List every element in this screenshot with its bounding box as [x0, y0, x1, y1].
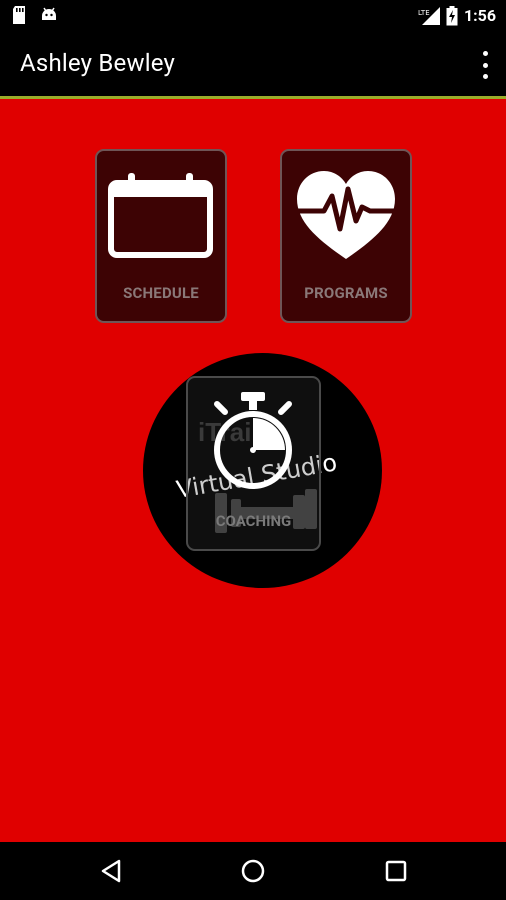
- overflow-dot-icon: [482, 51, 488, 56]
- programs-label: PROGRAMS: [304, 284, 388, 302]
- lte-signal-icon: LTE: [418, 7, 440, 25]
- programs-tile[interactable]: PROGRAMS: [280, 149, 412, 323]
- overflow-menu-button[interactable]: [478, 51, 492, 79]
- schedule-tile[interactable]: SCHEDULE: [95, 149, 227, 323]
- status-right-icons: LTE 1:56: [418, 5, 496, 27]
- overflow-dot-icon: [482, 62, 488, 68]
- status-left-icons: [12, 6, 58, 24]
- overflow-dot-icon: [482, 74, 488, 79]
- sd-card-icon: [13, 6, 25, 24]
- app-bar: Ashley Bewley: [0, 33, 506, 99]
- status-time: 1:56: [463, 6, 496, 25]
- calendar-icon: [108, 173, 213, 258]
- heart-pulse-icon: [297, 171, 395, 259]
- app-title: Ashley Bewley: [20, 49, 176, 77]
- schedule-label: SCHEDULE: [123, 284, 199, 302]
- status-bar: LTE 1:56: [0, 0, 506, 33]
- stopwatch-icon: [214, 392, 292, 489]
- svg-text:LTE: LTE: [418, 9, 430, 17]
- android-icon: [42, 7, 56, 20]
- navigation-bar: [0, 842, 506, 900]
- coaching-label: COACHING: [215, 512, 292, 530]
- home-icon[interactable]: [237, 855, 269, 887]
- recent-apps-icon[interactable]: [380, 855, 412, 887]
- back-icon[interactable]: [95, 855, 127, 887]
- battery-charging-icon: [446, 6, 458, 26]
